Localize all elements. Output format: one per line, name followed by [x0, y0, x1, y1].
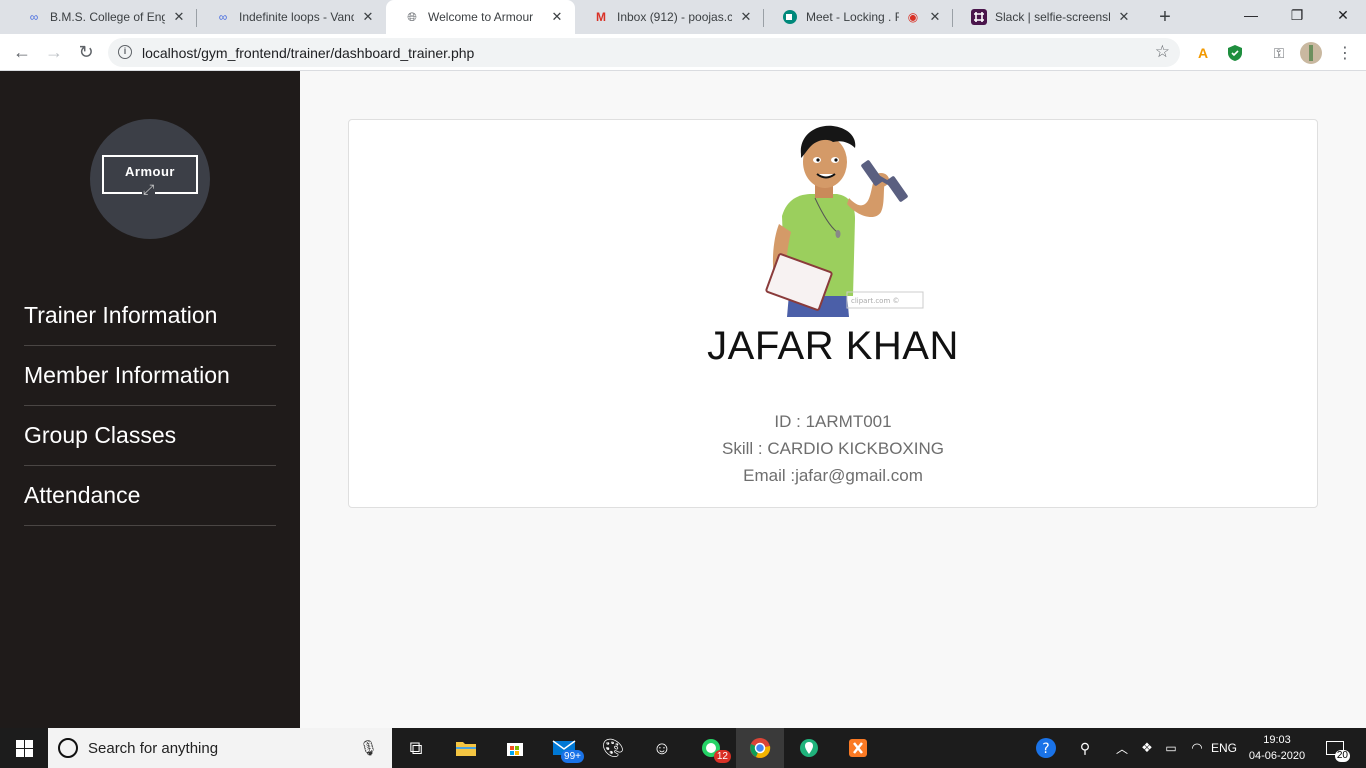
browser-menu-icon[interactable]: ⋮	[1334, 42, 1356, 64]
new-tab-button[interactable]: +	[1154, 7, 1176, 27]
close-tab-icon[interactable]: ✕	[549, 9, 565, 25]
windows-logo-icon	[15, 739, 33, 757]
sidebar-item-group-classes[interactable]: Group Classes	[24, 406, 276, 466]
mail-icon[interactable]: 99+	[540, 728, 588, 768]
microphone-icon[interactable]: 🎙︎	[359, 739, 378, 757]
dropbox-icon[interactable]: ❖	[1138, 728, 1156, 768]
site-info-icon[interactable]: i	[118, 45, 132, 59]
sidebar-item-trainer-information[interactable]: Trainer Information	[24, 286, 276, 346]
browser-toolbar: ← → ↻ i localhost/gym_frontend/trainer/d…	[0, 34, 1366, 71]
tab-title: Inbox (912) - poojas.cs1	[617, 10, 732, 24]
cortana-icon	[58, 738, 78, 758]
forward-button[interactable]: →	[42, 40, 66, 64]
close-tab-icon[interactable]: ✕	[927, 9, 943, 25]
svg-text:clipart.com ©: clipart.com ©	[851, 297, 900, 305]
recording-icon: ◉	[907, 10, 919, 24]
clock-time: 19:03	[1263, 734, 1291, 746]
sidebar: Armour ⤢ Trainer Information Member Info…	[0, 71, 300, 728]
tab-title: Meet - Locking . Re	[806, 10, 899, 24]
close-tab-icon[interactable]: ✕	[1116, 9, 1132, 25]
mail-badge: 99+	[561, 750, 584, 763]
tab-title: Indefinite loops - Vande	[239, 10, 354, 24]
whatsapp-badge: 12	[713, 750, 731, 763]
browser-tab-strip: ∞ B.M.S. College of Engin ✕ ∞ Indefinite…	[0, 0, 1366, 34]
logo[interactable]: Armour ⤢	[90, 119, 210, 239]
people-icon[interactable]: ⚲	[1074, 728, 1096, 768]
show-hidden-icons-chevron[interactable]: ︿	[1114, 728, 1130, 768]
language-indicator[interactable]: ENG	[1210, 728, 1238, 768]
sidebar-item-label: Trainer Information	[24, 302, 218, 328]
link-icon: ∞	[218, 10, 228, 24]
help-icon[interactable]: ?	[1034, 728, 1058, 768]
maps-icon[interactable]	[785, 728, 833, 768]
expand-arrow-icon: ⤢	[142, 181, 156, 197]
back-button[interactable]: ←	[10, 40, 34, 64]
sidebar-menu: Trainer Information Member Information G…	[24, 286, 276, 526]
close-tab-icon[interactable]: ✕	[360, 9, 376, 25]
bookmark-star-icon[interactable]: ☆	[1155, 42, 1170, 62]
restore-button[interactable]: ❐	[1274, 0, 1320, 30]
xampp-icon[interactable]	[834, 728, 882, 768]
browser-tab[interactable]: ∞ Indefinite loops - Vande ✕	[197, 0, 386, 34]
meet-icon	[782, 9, 798, 25]
sidebar-item-attendance[interactable]: Attendance	[24, 466, 276, 526]
tab-title: Welcome to Armour	[428, 10, 534, 24]
trainer-avatar: clipart.com ©	[765, 125, 924, 317]
browser-tab[interactable]: Slack | selfie-screenshot ✕	[953, 0, 1142, 34]
notification-count: 20	[1334, 750, 1350, 762]
address-bar[interactable]: i localhost/gym_frontend/trainer/dashboa…	[108, 38, 1180, 67]
file-explorer-icon[interactable]	[442, 728, 490, 768]
sidebar-item-label: Member Information	[24, 362, 230, 388]
notification-center-icon[interactable]: 20	[1322, 728, 1350, 768]
gmail-icon: M	[596, 10, 606, 24]
reload-button[interactable]: ↻	[74, 40, 98, 64]
taskbar-search-box[interactable]: Search for anything 🎙︎	[48, 728, 392, 768]
link-icon: ∞	[29, 10, 39, 24]
clock[interactable]: 19:03 04-06-2020	[1248, 732, 1306, 764]
sidebar-item-member-information[interactable]: Member Information	[24, 346, 276, 406]
minimize-button[interactable]: —	[1228, 0, 1274, 30]
browser-tab[interactable]: M Inbox (912) - poojas.cs1 ✕	[575, 0, 764, 34]
browser-tab[interactable]: ∞ B.M.S. College of Engin ✕	[8, 0, 197, 34]
trainer-email: Email :jafar@gmail.com	[743, 466, 923, 485]
store-icon[interactable]	[491, 728, 539, 768]
extension-icon[interactable]: A	[1192, 42, 1214, 64]
wifi-icon[interactable]: ◠	[1188, 728, 1206, 768]
close-tab-icon[interactable]: ✕	[738, 9, 754, 25]
profile-avatar[interactable]	[1300, 42, 1322, 64]
browser-tab[interactable]: Meet - Locking . Re ◉ ✕	[764, 0, 953, 34]
windows-start-button[interactable]	[0, 728, 48, 768]
trainer-skill: Skill : CARDIO KICKBOXING	[722, 439, 944, 458]
close-tab-icon[interactable]: ✕	[171, 9, 187, 25]
tab-title: Slack | selfie-screenshot	[995, 10, 1110, 24]
globe-icon: 🌐︎	[407, 9, 417, 24]
slack-icon	[971, 9, 987, 25]
shield-icon[interactable]	[1224, 42, 1246, 64]
sidebar-item-label: Group Classes	[24, 422, 177, 448]
browser-tab-active[interactable]: 🌐︎ Welcome to Armour ✕	[386, 0, 575, 34]
clock-date: 04-06-2020	[1248, 750, 1306, 762]
trainer-profile-card: clipart.com © JAFAR KHAN ID : 1ARMT001 S…	[348, 119, 1318, 508]
search-placeholder: Search for anything	[88, 739, 219, 757]
whatsapp-icon[interactable]: 12	[687, 728, 735, 768]
face-app-icon[interactable]: ☺	[638, 728, 686, 768]
close-window-button[interactable]: ✕	[1320, 0, 1366, 30]
paint-icon[interactable]: 🎨︎	[589, 728, 637, 768]
taskbar: Search for anything 🎙︎ ⧉ 99+ 🎨︎ ☺ 12 ? ⚲…	[0, 728, 1366, 768]
sidebar-item-label: Attendance	[24, 482, 141, 508]
tab-title: B.M.S. College of Engin	[50, 10, 165, 24]
trainer-details: ID : 1ARMT001 Skill : CARDIO KICKBOXING …	[349, 408, 1317, 489]
trainer-id: ID : 1ARMT001	[774, 412, 892, 431]
trainer-name: JAFAR KHAN	[707, 324, 959, 368]
page-content: Armour ⤢ Trainer Information Member Info…	[0, 71, 1366, 728]
task-view-icon[interactable]: ⧉	[392, 728, 440, 768]
url-text[interactable]: localhost/gym_frontend/trainer/dashboard…	[142, 45, 474, 61]
key-icon[interactable]: ⚿	[1268, 42, 1290, 64]
chrome-icon[interactable]	[736, 728, 784, 768]
svg-text:?: ?	[1042, 741, 1049, 757]
battery-icon[interactable]: ▭	[1162, 728, 1180, 768]
